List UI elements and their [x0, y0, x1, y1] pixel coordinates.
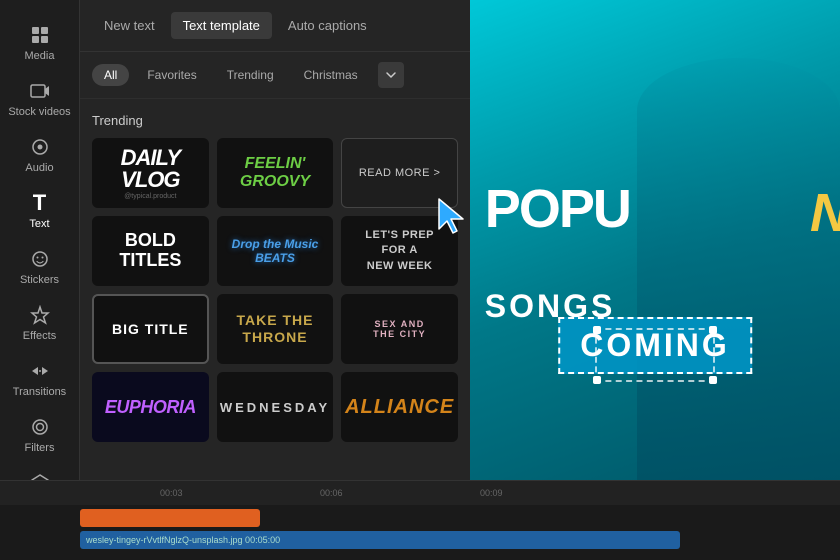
- template-bold-titles[interactable]: BOLDTITLES: [92, 216, 209, 286]
- template-big-title[interactable]: BIG TITLE: [92, 294, 209, 364]
- daily-vlog-line2: VLOG: [121, 169, 179, 191]
- filter-bar: All Favorites Trending Christmas: [80, 52, 470, 99]
- template-wednesday[interactable]: WEDNESDAY: [217, 372, 334, 442]
- take-throne-text: TAKE THETHRONE: [237, 312, 314, 346]
- sidebar-label-stock: Stock videos: [8, 106, 70, 118]
- preview-text-ni: N: [810, 182, 840, 244]
- timeline-tracks: wesley-tingey-rVvtlfNglzQ-unsplash.jpg 0…: [0, 505, 840, 560]
- wednesday-text: WEDNESDAY: [220, 400, 330, 415]
- template-feelin-groovy[interactable]: FEELIN'GROOVY: [217, 138, 334, 208]
- preview-background: POPU SONGS N COMING: [470, 0, 840, 480]
- alliance-text: ALLIANCE: [345, 396, 454, 419]
- tab-bar: New text Text template Auto captions: [80, 0, 470, 52]
- filters-icon: [29, 416, 51, 438]
- timeline-clip-image[interactable]: wesley-tingey-rVvtlfNglzQ-unsplash.jpg 0…: [80, 531, 680, 549]
- sidebar-item-filters[interactable]: Filters: [0, 406, 79, 462]
- filter-all[interactable]: All: [92, 64, 129, 86]
- sidebar-item-stickers[interactable]: Stickers: [0, 238, 79, 294]
- daily-vlog-subtext: @typical.product: [124, 193, 176, 200]
- sidebar-label-text: Text: [29, 218, 49, 230]
- timeline-marker-3: 00:09: [480, 488, 503, 498]
- bold-titles-text: BOLDTITLES: [119, 231, 181, 271]
- template-take-throne[interactable]: TAKE THETHRONE: [217, 294, 334, 364]
- drop-beats-text: Drop the MusicBEATS: [232, 237, 319, 266]
- timeline-ruler: 00:03 00:06 00:09: [0, 481, 840, 505]
- clip-label: wesley-tingey-rVvtlfNglzQ-unsplash.jpg 0…: [86, 535, 280, 545]
- sex-city-text: SEX ANDTHE CITY: [373, 319, 426, 339]
- coming-box[interactable]: COMING: [558, 317, 752, 374]
- timeline-marker-1: 00:03: [160, 488, 183, 498]
- templates-grid: DAILY VLOG @typical.product FEELIN'GROOV…: [92, 138, 458, 442]
- sidebar-label-audio: Audio: [25, 162, 53, 174]
- filter-more-button[interactable]: [378, 62, 404, 88]
- sidebar-item-text[interactable]: T Text: [0, 182, 79, 238]
- audio-icon: [29, 136, 51, 158]
- tab-new-text[interactable]: New text: [92, 12, 167, 39]
- template-drop-beats[interactable]: Drop the MusicBEATS: [217, 216, 334, 286]
- text-icon: T: [29, 192, 51, 214]
- sidebar-label-effects: Effects: [23, 330, 56, 342]
- sidebar-label-media: Media: [25, 50, 55, 62]
- sidebar-label-transitions: Transitions: [13, 386, 66, 398]
- media-icon: [29, 24, 51, 46]
- template-alliance[interactable]: ALLIANCE: [341, 372, 458, 442]
- person-silhouette: [637, 58, 840, 480]
- sidebar-item-transitions[interactable]: Transitions: [0, 350, 79, 406]
- sidebar-item-effects[interactable]: Effects: [0, 294, 79, 350]
- template-daily-vlog[interactable]: DAILY VLOG @typical.product: [92, 138, 209, 208]
- tab-auto-captions[interactable]: Auto captions: [276, 12, 379, 39]
- lets-prep-text: LET'S PREPFOR ANEW WEEK: [365, 228, 434, 274]
- transitions-icon: [29, 360, 51, 382]
- coming-text: COMING: [580, 327, 730, 363]
- template-sex-city[interactable]: SEX ANDTHE CITY: [341, 294, 458, 364]
- section-trending-title: Trending: [92, 113, 458, 128]
- templates-content: Trending DAILY VLOG @typical.product FEE…: [80, 99, 470, 480]
- read-more-text: READ MORE >: [359, 167, 441, 179]
- sidebar-item-stock-videos[interactable]: Stock videos: [0, 70, 79, 126]
- timeline-clip-main[interactable]: [80, 509, 260, 527]
- sidebar: Media Stock videos Audio T Text: [0, 0, 80, 560]
- sidebar-label-filters: Filters: [25, 442, 55, 454]
- feelin-groovy-text: FEELIN'GROOVY: [240, 155, 310, 190]
- effects-icon: [29, 304, 51, 326]
- template-euphoria[interactable]: EUPHORIA: [92, 372, 209, 442]
- text-template-panel: New text Text template Auto captions All…: [80, 0, 470, 480]
- stock-videos-icon: [29, 80, 51, 102]
- big-title-text: BIG TITLE: [112, 321, 189, 337]
- timeline: 00:03 00:06 00:09 wesley-tingey-rVvtlfNg…: [0, 480, 840, 560]
- tab-text-template[interactable]: Text template: [171, 12, 272, 39]
- timeline-marker-2: 00:06: [320, 488, 343, 498]
- daily-vlog-line1: DAILY: [121, 147, 180, 169]
- preview-area: POPU SONGS N COMING: [470, 0, 840, 480]
- preview-text-popu: POPU: [485, 182, 630, 236]
- euphoria-text: EUPHORIA: [105, 397, 196, 418]
- filter-trending[interactable]: Trending: [215, 64, 286, 86]
- filter-christmas[interactable]: Christmas: [292, 64, 370, 86]
- sidebar-label-stickers: Stickers: [20, 274, 59, 286]
- filter-favorites[interactable]: Favorites: [135, 64, 208, 86]
- sidebar-item-audio[interactable]: Audio: [0, 126, 79, 182]
- sidebar-item-media[interactable]: Media: [0, 14, 79, 70]
- stickers-icon: [29, 248, 51, 270]
